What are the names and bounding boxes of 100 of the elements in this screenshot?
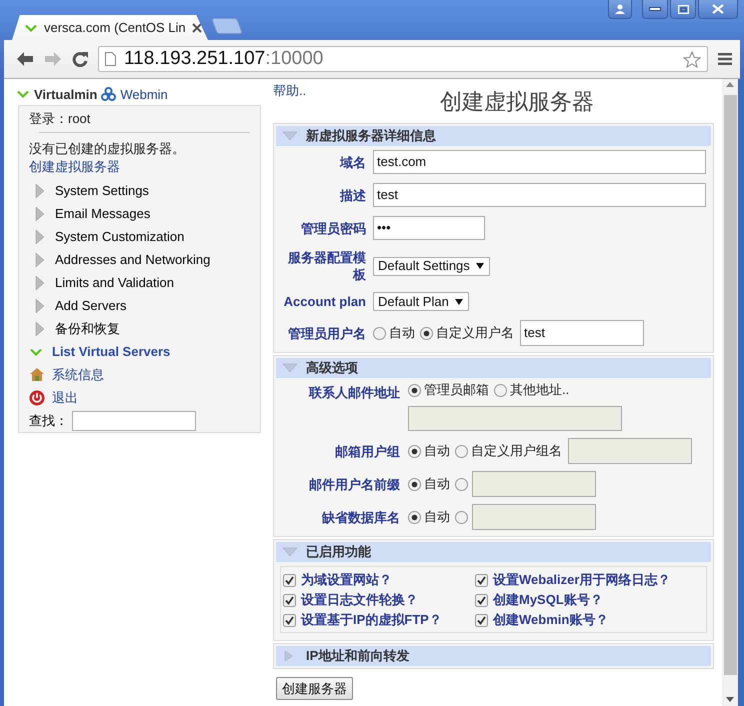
checkmark-icon [16,88,30,100]
radio-button[interactable] [408,384,421,396]
menu-item[interactable]: Email Messages [55,206,150,221]
field-label: 管理员密码 [300,220,366,236]
triangle-icon [282,131,298,141]
browser-tab[interactable]: versca.com (CentOS Lin [12,15,208,40]
back-icon[interactable] [16,51,34,67]
search-label: 查找： [29,412,68,430]
maximize-icon [678,4,688,14]
radio-button[interactable] [455,444,468,458]
menu-icon[interactable] [718,53,732,65]
menu-item[interactable]: 退出 [52,388,78,406]
checkbox-label[interactable]: 设置基于IP的虚拟FTP？ [301,612,442,628]
input-field[interactable]: test.com [373,150,706,174]
radio-label[interactable]: 自动 [389,325,415,341]
menu-item[interactable]: 系统信息 [52,366,104,384]
close-button[interactable] [698,0,738,19]
radio-button[interactable] [420,326,433,340]
star-icon[interactable] [683,50,701,68]
radio-button[interactable] [494,384,507,396]
input-field[interactable]: test [520,320,644,346]
brand-link[interactable]: Virtualmin [34,86,98,102]
section-header[interactable]: 已启用功能 [276,542,711,562]
radio-button[interactable] [408,444,421,458]
triangle-icon [35,298,45,314]
dropdown[interactable]: Default Plan [373,292,469,311]
dropdown[interactable]: Default Settings [373,256,490,276]
power-icon [29,390,45,406]
checkbox[interactable] [475,574,488,586]
radio-button[interactable] [455,510,468,524]
reload-icon[interactable] [72,51,88,67]
checkbox-label[interactable]: 创建MySQL账号？ [493,592,603,608]
radio-button[interactable] [455,478,468,490]
page-title: 创建虚拟服务器 [439,89,595,117]
checkbox-label[interactable]: 设置Webalizer用于网络日志？ [493,572,670,588]
checkbox[interactable] [283,574,296,586]
password-field[interactable]: ••• [373,216,485,240]
triangle-icon [282,363,298,373]
radio-label[interactable]: 其他地址.. [510,382,570,398]
menu-item[interactable]: Add Servers [55,298,127,313]
section-header[interactable]: IP地址和前向转发 [276,646,711,666]
create-server-link[interactable]: 创建虚拟服务器 [29,158,250,176]
radio-label[interactable]: 自动 [424,443,450,459]
help-link[interactable]: 帮助.. [273,83,306,99]
triangle-icon [35,320,45,336]
radio-label[interactable]: 自定义用户组名 [471,443,562,459]
radio-label[interactable]: 管理员邮箱 [424,382,489,398]
checkbox[interactable] [283,594,296,606]
input-field[interactable]: test [373,183,706,207]
maximize-button[interactable] [670,0,696,19]
person-icon [615,4,625,14]
radio-label[interactable]: 自动 [424,509,450,525]
login-text: 登录：root [29,110,92,128]
triangle-icon [35,206,45,222]
menu-item[interactable]: System Customization [55,229,184,244]
menu-item[interactable]: Limits and Validation [55,275,174,290]
field-label: 联系人邮件地址 [308,384,400,401]
field-label: Account plan [282,293,366,310]
webmin-logo-icon [101,86,116,102]
menu-item[interactable]: Addresses and Networking [55,252,210,267]
radio-button[interactable] [408,478,421,490]
menu-item[interactable]: System Settings [55,183,149,198]
caret-icon [454,298,463,304]
field-label: 邮件用户名前缀 [308,476,400,492]
triangle-icon [35,228,45,244]
checkbox[interactable] [283,614,296,626]
section-header[interactable]: 新虚拟服务器详细信息 [276,126,711,146]
search-field[interactable] [72,411,196,431]
radio-button[interactable] [408,510,421,524]
notice-text: 没有已创建的虚拟服务器。 [29,140,186,158]
field-label: 邮箱用户组 [334,442,400,460]
minimize-button[interactable] [642,0,668,19]
caret-icon [476,263,484,269]
checkbox-label[interactable]: 为域设置网站？ [301,572,392,588]
page-icon [105,52,116,66]
close-icon[interactable] [192,22,202,32]
menu-item[interactable]: List Virtual Servers [52,344,170,359]
radio-label[interactable]: 自定义用户名 [436,325,514,341]
triangle-icon [282,547,298,557]
radio-button[interactable] [373,326,386,340]
profile-button[interactable] [608,0,632,19]
section-header[interactable]: 高级选项 [276,358,711,378]
radio-label[interactable]: 自动 [424,476,450,492]
minimize-icon [649,7,661,11]
field-label: 域名 [338,154,366,170]
triangle-icon [35,252,45,268]
menu-item[interactable]: 备份和恢复 [55,320,120,338]
triangle-icon [35,274,45,290]
house-icon [29,367,45,382]
create-server-button[interactable]: 创建服务器 [276,677,353,700]
checkbox[interactable] [475,594,488,606]
checkbox-label[interactable]: 设置日志文件轮换？ [301,592,418,608]
close-icon [712,4,724,14]
triangle-icon [35,182,45,198]
checkbox[interactable] [475,614,488,626]
webmin-link[interactable]: Webmin [120,86,168,102]
field-label: 服务器配置模板 [286,249,366,283]
checkbox-label[interactable]: 创建Webmin账号？ [493,612,608,628]
field-label: 管理员用户名 [287,324,366,342]
scrollbar[interactable] [722,78,738,706]
